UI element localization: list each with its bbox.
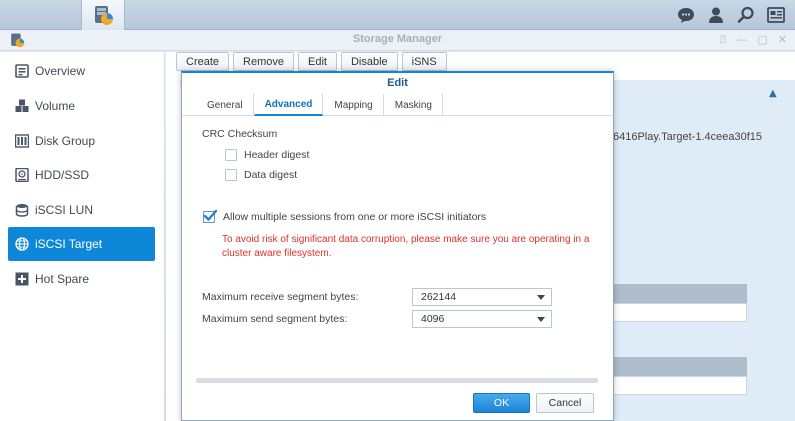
close-icon[interactable]: ✕ (778, 33, 787, 47)
minimize-icon[interactable]: — (736, 33, 747, 47)
disable-button[interactable]: Disable (340, 52, 398, 71)
sidebar-item-label: Overview (35, 64, 86, 78)
disk-group-icon (15, 134, 29, 148)
max-receive-label: Maximum receive segment bytes: (202, 291, 359, 303)
isns-button[interactable]: iSNS (401, 52, 447, 71)
tab-advanced[interactable]: Advanced (253, 94, 324, 116)
multi-session-label: Allow multiple sessions from one or more… (223, 211, 487, 223)
chat-icon (678, 8, 694, 23)
plus-box-icon (15, 272, 29, 286)
sidebar-item-hdd-ssd[interactable]: HDD/SSD (8, 158, 155, 192)
max-send-label: Maximum send segment bytes: (202, 313, 348, 325)
collapse-chevron-icon[interactable]: ▲ (769, 88, 777, 99)
notifications-button[interactable] (671, 0, 701, 30)
chevron-down-icon (537, 317, 545, 322)
checkmark-icon (203, 209, 217, 221)
corruption-warning: To avoid risk of significant data corrup… (222, 234, 590, 259)
storage-manager-icon (95, 6, 113, 25)
taskbar-right-icons (671, 0, 795, 30)
sidebar-item-label: HDD/SSD (35, 168, 90, 182)
header-digest-label: Header digest (244, 149, 310, 161)
sidebar-item-disk-group[interactable]: Disk Group (8, 124, 155, 158)
search-button[interactable] (731, 0, 761, 30)
overview-icon (15, 64, 29, 78)
maximize-icon[interactable]: ▢ (757, 33, 767, 47)
window-controls: ⍰ — ▢ ✕ (720, 33, 787, 47)
tab-general[interactable]: General (196, 94, 254, 116)
ok-button[interactable]: OK (473, 393, 530, 413)
tab-masking[interactable]: Masking (384, 94, 443, 116)
multi-session-checkbox[interactable] (203, 209, 217, 223)
user-button[interactable] (701, 0, 731, 30)
window-title: Storage Manager (352, 33, 443, 45)
tab-mapping[interactable]: Mapping (323, 94, 384, 116)
max-receive-value: 262144 (421, 291, 457, 303)
window-titlebar[interactable]: Storage Manager ⍰ — ▢ ✕ (0, 30, 795, 51)
sidebar-item-label: Volume (35, 99, 76, 113)
sidebar-item-hot-spare[interactable]: Hot Spare (8, 262, 155, 296)
chevron-down-icon (537, 295, 545, 300)
edit-button[interactable]: Edit (298, 52, 337, 71)
create-button[interactable]: Create (176, 52, 230, 71)
sidebar-item-overview[interactable]: Overview (8, 54, 155, 88)
horizontal-scrollbar[interactable] (196, 378, 598, 383)
data-digest-label: Data digest (244, 169, 298, 181)
cancel-button[interactable]: Cancel (536, 393, 594, 413)
remove-button[interactable]: Remove (233, 52, 294, 71)
table-header (608, 284, 747, 303)
table-row (608, 376, 747, 395)
sidebar: Overview Volume Disk Group HDD/SSD iSCSI… (0, 52, 165, 421)
widgets-button[interactable] (761, 0, 791, 30)
hdd-icon (15, 168, 29, 182)
target-iqn: 6416Play.Target-1.4ceea30f15 (613, 131, 763, 143)
globe-icon (15, 237, 29, 251)
sidebar-item-label: Disk Group (35, 134, 96, 148)
dialog-tabs: General Advanced Mapping Masking (182, 94, 613, 116)
storage-manager-taskbar-button[interactable] (81, 0, 125, 30)
table-row (608, 303, 747, 322)
taskbar (0, 0, 795, 421)
dialog-title: Edit (387, 77, 408, 89)
pin-icon[interactable]: ⍰ (720, 33, 727, 47)
volume-icon (15, 99, 29, 113)
edit-dialog: Edit General Advanced Mapping Masking CR… (181, 71, 614, 421)
user-icon (709, 7, 723, 23)
max-send-select[interactable]: 4096 (412, 310, 552, 328)
database-icon (15, 203, 29, 217)
sidebar-item-iscsi-lun[interactable]: iSCSI LUN (8, 193, 155, 227)
max-receive-select[interactable]: 262144 (412, 288, 552, 306)
table-header (608, 357, 747, 376)
data-digest-checkbox[interactable] (225, 169, 237, 181)
max-send-value: 4096 (421, 313, 445, 325)
widgets-icon (767, 7, 785, 23)
sidebar-item-volume[interactable]: Volume (8, 89, 155, 123)
sidebar-item-label: iSCSI Target (35, 237, 103, 251)
sidebar-item-iscsi-target[interactable]: iSCSI Target (8, 227, 155, 261)
header-digest-checkbox[interactable] (225, 149, 237, 161)
sidebar-item-label: Hot Spare (35, 272, 90, 286)
crc-checksum-heading: CRC Checksum (202, 128, 278, 140)
toolbar: Create Remove Edit Disable iSNS (176, 52, 447, 72)
sidebar-item-label: iSCSI LUN (35, 203, 94, 217)
search-icon (737, 6, 754, 23)
